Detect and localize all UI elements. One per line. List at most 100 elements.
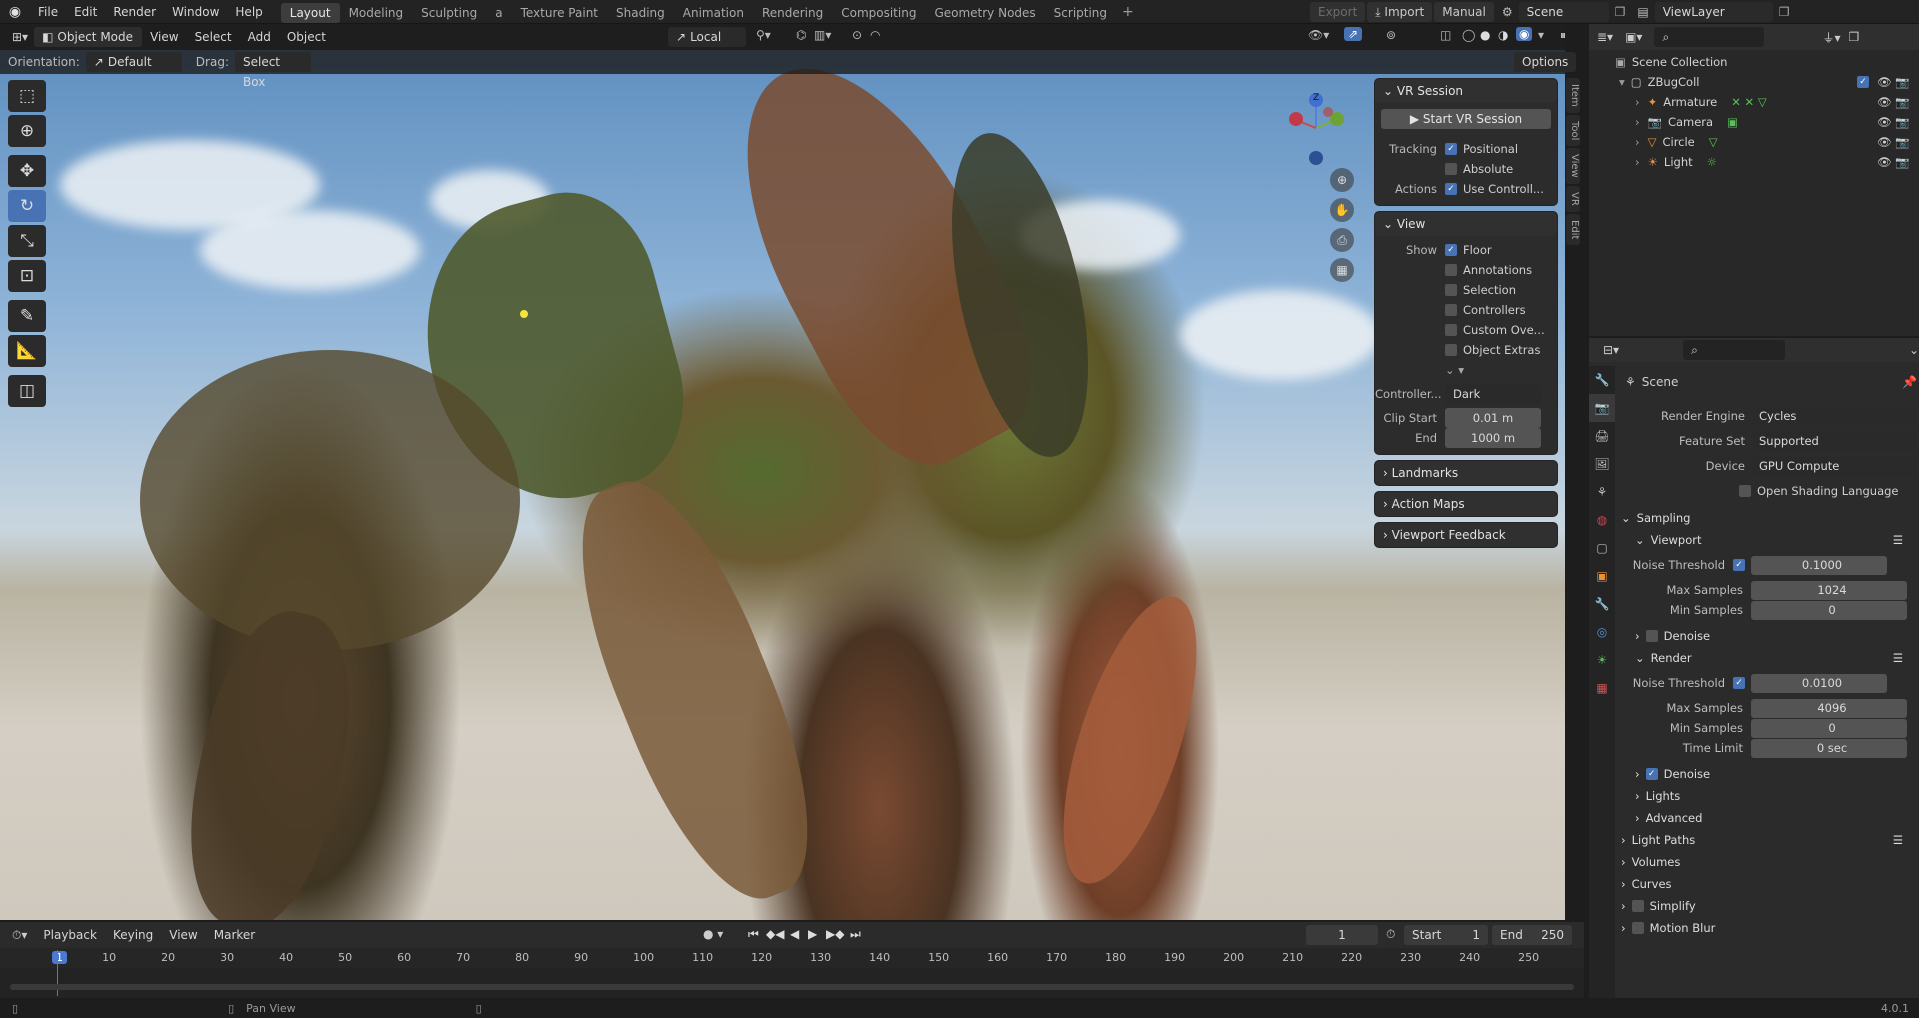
mode-selector[interactable]: ◧ Object Mode — [34, 27, 143, 47]
vp-noise-threshold-checkbox[interactable]: ✓ — [1733, 559, 1745, 571]
physics-tab-icon[interactable]: ◎ — [1589, 618, 1615, 646]
workspace-tab-compositing[interactable]: Compositing — [832, 3, 925, 23]
new-scene-icon[interactable]: ❐ — [1615, 5, 1626, 19]
play-icon[interactable]: ▶ — [808, 927, 817, 941]
sidebar-tab-vr[interactable]: VR — [1566, 185, 1580, 212]
expand-icon[interactable]: ▾ — [1619, 75, 1625, 89]
marker-menu[interactable]: Marker — [206, 923, 263, 947]
workspace-tab-texture-paint[interactable]: Texture Paint — [512, 3, 607, 23]
sidebar-tab-item[interactable]: Item — [1566, 78, 1580, 113]
r-noise-threshold-field[interactable]: 0.0100 — [1751, 673, 1887, 693]
falloff-icon[interactable]: ◠ — [870, 28, 880, 42]
timeline-ruler[interactable]: 1 10 20 30 40 50 60 70 80 90 100 110 120 130 140 150 160… — [0, 948, 1584, 968]
motion-blur-checkbox[interactable] — [1631, 922, 1644, 934]
show-item-checkbox[interactable] — [1445, 284, 1457, 296]
render-camera-icon[interactable]: 📷 — [1895, 155, 1909, 169]
exclude-checkbox[interactable]: ✓ — [1857, 76, 1869, 88]
workspace-tab-layout[interactable]: Layout — [280, 2, 340, 23]
render-tab-icon[interactable]: 📷 — [1589, 394, 1615, 422]
scene-selector[interactable]: Scene — [1518, 2, 1609, 22]
outliner-item-camera[interactable]: › 📷 Camera ▣ 👁 📷 — [1589, 112, 1919, 132]
volumes-section[interactable]: › Volumes — [1621, 851, 1917, 873]
material-shading-icon[interactable]: ◑ — [1498, 28, 1508, 42]
expand-icon[interactable]: › — [1635, 135, 1640, 149]
show-item-checkbox[interactable] — [1445, 344, 1457, 356]
vp-max-samples-field[interactable]: 1024 — [1751, 580, 1907, 600]
proportional-edit-icon[interactable]: ⊙ — [852, 28, 862, 42]
viewlayer-selector[interactable]: ViewLayer — [1654, 2, 1773, 22]
keying-menu[interactable]: Keying — [105, 923, 161, 947]
show-item-checkbox[interactable] — [1445, 304, 1457, 316]
pan-hand-icon[interactable]: ✋ — [1330, 198, 1354, 222]
visibility-eye-icon[interactable]: 👁 — [1877, 95, 1892, 109]
list-icon[interactable]: ☰ — [1893, 833, 1903, 847]
current-frame-field[interactable]: 1 — [1306, 925, 1378, 945]
prev-keyframe-icon[interactable]: ◆◀ — [766, 927, 784, 941]
render-camera-icon[interactable]: 📷 — [1895, 115, 1909, 129]
visibility-icon[interactable]: 👁▾ — [1308, 28, 1329, 42]
timeline-editor-icon[interactable]: ⏱▾ — [12, 928, 27, 943]
curve-data-icon[interactable]: ▽ — [1709, 135, 1718, 149]
list-icon[interactable]: ☰ — [1893, 651, 1903, 665]
outliner-item-circle[interactable]: › ▽ Circle ▽ 👁 📷 — [1589, 132, 1919, 152]
workspace-tab-shading[interactable]: Shading — [607, 3, 674, 23]
visibility-eye-icon[interactable]: 👁 — [1877, 75, 1892, 89]
gizmo-toggle-icon[interactable]: ⇗ — [1344, 27, 1363, 41]
navigation-gizmo[interactable]: Z — [1286, 90, 1346, 166]
workspace-tab-modeling[interactable]: Modeling — [340, 3, 413, 23]
start-frame-field[interactable]: Start 1 — [1404, 925, 1488, 945]
render-camera-icon[interactable]: 📷 — [1895, 95, 1909, 109]
transform-orientation-selector[interactable]: ↗ Local — [668, 27, 746, 47]
grid-view-icon[interactable]: ▦ — [1330, 258, 1354, 282]
expand-icon[interactable]: › — [1635, 115, 1640, 129]
clip-end-field[interactable]: 1000 m — [1445, 428, 1541, 448]
light-data-icon[interactable]: ☼ — [1707, 155, 1717, 169]
view-menu[interactable]: View — [142, 25, 186, 49]
add-cube-tool[interactable]: ◫ — [8, 375, 46, 407]
simplify-checkbox[interactable] — [1631, 900, 1644, 912]
sidebar-tab-edit[interactable]: Edit — [1566, 213, 1580, 246]
shading-options-icon[interactable]: ▾ — [1538, 28, 1544, 42]
measure-tool[interactable]: 📐 — [8, 335, 46, 367]
jump-start-icon[interactable]: ⏮ — [748, 927, 759, 942]
collection-tab-icon[interactable]: ▢ — [1589, 534, 1615, 562]
sampling-section[interactable]: ⌄ Sampling — [1621, 507, 1917, 529]
zoom-icon[interactable]: ⊕ — [1330, 168, 1354, 192]
outliner-item-armature[interactable]: › ✦ Armature ✕ ✕ ▽ 👁 📷 — [1589, 92, 1919, 112]
modifier-tab-icon[interactable]: 🔧 — [1589, 590, 1615, 618]
show-item-checkbox[interactable] — [1445, 324, 1457, 336]
collapsed-panel-header[interactable]: › Landmarks — [1375, 461, 1557, 485]
world-tab-icon[interactable]: ◍ — [1589, 506, 1615, 534]
properties-type-icon[interactable]: ⊟▾ — [1603, 343, 1619, 357]
expand-icon[interactable]: › — [1635, 155, 1640, 169]
viewport-subsection[interactable]: ⌄ Viewport ☰ — [1621, 529, 1917, 551]
add-menu[interactable]: Add — [240, 25, 279, 49]
rotate-tool[interactable]: ↻ — [8, 190, 46, 222]
object-data-tab-icon[interactable]: ☀ — [1589, 646, 1615, 674]
vr-view-header[interactable]: ⌄ View — [1375, 212, 1557, 236]
outliner-item-light[interactable]: › ☀ Light ☼ 👁 📷 — [1589, 152, 1919, 172]
display-mode-icon[interactable]: ▣▾ — [1625, 30, 1642, 44]
collection-row[interactable]: ▾ ▢ ZBugColl ✓ 👁 📷 — [1589, 72, 1919, 92]
annotate-tool[interactable]: ✎ — [8, 300, 46, 332]
playback-menu[interactable]: Playback — [35, 923, 105, 947]
pivot-icon[interactable]: ⚲▾ — [756, 28, 771, 42]
blender-logo-icon[interactable]: ◉ — [0, 4, 30, 20]
stopwatch-icon[interactable]: ⏱ — [1386, 927, 1395, 942]
time-limit-field[interactable]: 0 sec — [1751, 738, 1907, 758]
workspace-tab-scripting[interactable]: Scripting — [1045, 3, 1116, 23]
snap-target-icon[interactable]: ▥▾ — [814, 28, 831, 42]
menu-help[interactable]: Help — [227, 0, 270, 24]
move-tool[interactable]: ✥ — [8, 155, 46, 187]
jump-end-icon[interactable]: ⏭ — [850, 927, 861, 942]
r-denoise-checkbox[interactable]: ✓ — [1645, 768, 1658, 780]
snap-icon[interactable]: ⌬ — [796, 28, 806, 42]
visibility-eye-icon[interactable]: 👁 — [1877, 115, 1892, 129]
tool-tab-icon[interactable]: 🔧 — [1589, 366, 1615, 394]
menu-edit[interactable]: Edit — [66, 0, 105, 24]
use-controllers-checkbox[interactable]: ✓ — [1445, 183, 1457, 195]
collapsed-panel-header[interactable]: › Viewport Feedback — [1375, 523, 1557, 547]
render-camera-icon[interactable]: 📷 — [1895, 75, 1909, 89]
chevron-down-icon[interactable]: ⌄ — [1909, 343, 1919, 357]
sidebar-tab-tool[interactable]: Tool — [1566, 114, 1580, 147]
